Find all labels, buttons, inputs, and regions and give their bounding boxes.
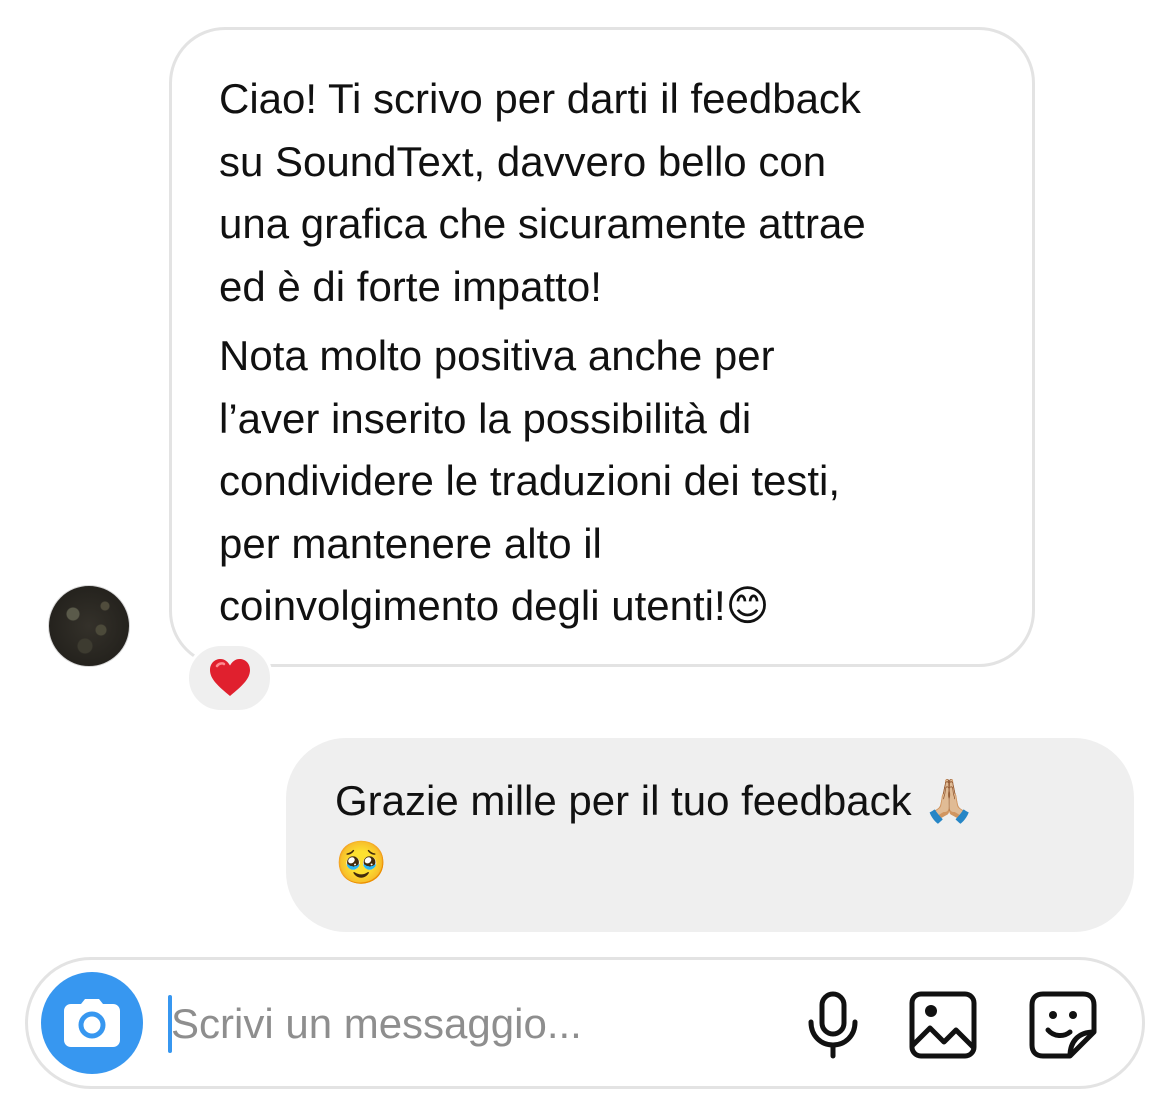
microphone-button[interactable] (798, 990, 868, 1060)
sticker-icon (1029, 991, 1097, 1059)
microphone-icon (808, 991, 858, 1059)
incoming-message-bubble[interactable]: Ciao! Ti scrivo per darti il feedback su… (169, 27, 1035, 667)
incoming-message-paragraph-1: Ciao! Ti scrivo per darti il feedback su… (219, 75, 866, 310)
camera-button[interactable] (41, 972, 143, 1074)
heart-icon (209, 659, 250, 696)
incoming-message-paragraph-2: Nota molto positiva anche per l’aver ins… (219, 332, 841, 629)
gallery-button[interactable] (908, 990, 978, 1060)
chat-screen: Ciao! Ti scrivo per darti il feedback su… (0, 0, 1170, 1107)
message-composer (25, 957, 1145, 1089)
sticker-button[interactable] (1028, 990, 1098, 1060)
outgoing-message-bubble[interactable]: Grazie mille per il tuo feedback 🙏🏼 🥹 (286, 738, 1134, 932)
outgoing-message-text: Grazie mille per il tuo feedback 🙏🏼 🥹 (335, 777, 976, 886)
image-icon (909, 991, 977, 1059)
heart-reaction[interactable] (186, 643, 273, 713)
message-input[interactable] (171, 988, 761, 1060)
avatar[interactable] (48, 585, 130, 667)
camera-icon (64, 999, 120, 1047)
